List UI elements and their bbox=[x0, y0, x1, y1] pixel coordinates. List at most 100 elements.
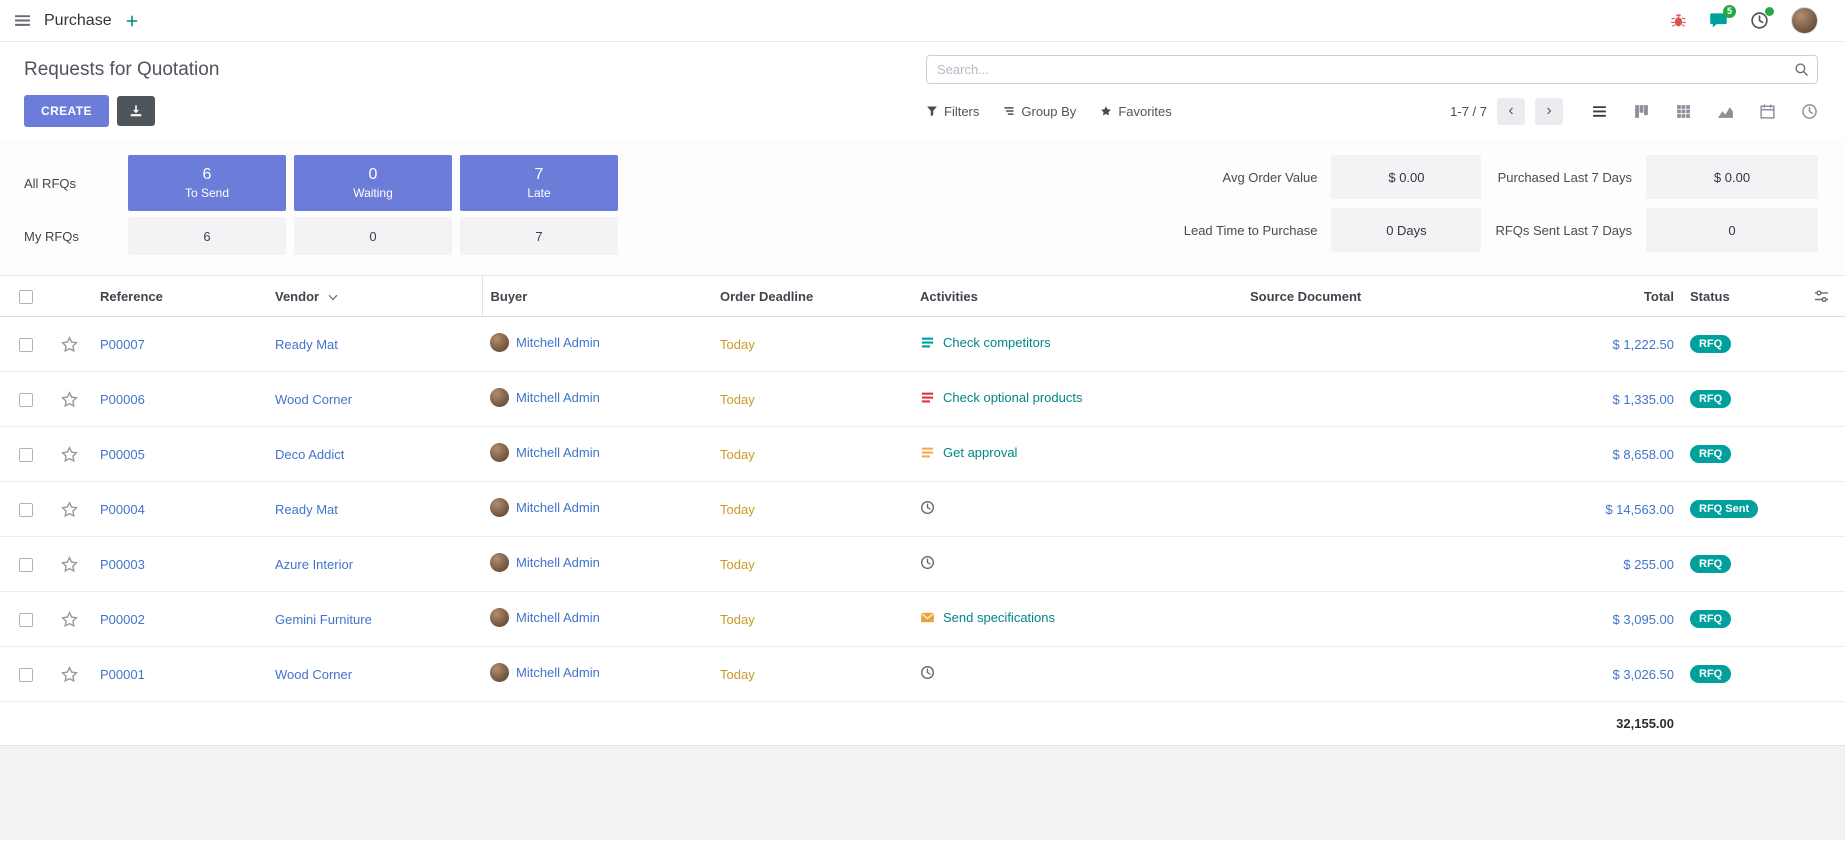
vendor-link[interactable]: Gemini Furniture bbox=[275, 612, 372, 627]
header-reference[interactable]: Reference bbox=[92, 276, 267, 317]
search-icon[interactable] bbox=[1794, 62, 1809, 77]
reference-link[interactable]: P00001 bbox=[100, 667, 145, 682]
activity-label[interactable]: Check optional products bbox=[943, 390, 1082, 405]
top-navbar: Purchase 5 bbox=[0, 0, 1845, 42]
table-row[interactable]: P00004 Ready Mat Mitchell Admin Today $ … bbox=[0, 482, 1845, 537]
vendor-link[interactable]: Deco Addict bbox=[275, 447, 344, 462]
select-all-checkbox[interactable] bbox=[19, 290, 33, 304]
filters-button[interactable]: Filters bbox=[926, 104, 979, 119]
graph-view-button[interactable] bbox=[1717, 103, 1734, 120]
export-button[interactable] bbox=[117, 96, 155, 126]
favorite-star-icon[interactable] bbox=[61, 446, 78, 463]
buyer-link[interactable]: Mitchell Admin bbox=[516, 665, 600, 680]
messages-button[interactable]: 5 bbox=[1709, 11, 1728, 30]
kpi-to-send[interactable]: 6 To Send bbox=[128, 155, 286, 211]
row-checkbox[interactable] bbox=[19, 558, 33, 572]
favorite-star-icon[interactable] bbox=[61, 556, 78, 573]
vendor-link[interactable]: Wood Corner bbox=[275, 667, 352, 682]
header-vendor-label: Vendor bbox=[275, 289, 319, 304]
pager-next-button[interactable]: › bbox=[1535, 98, 1563, 125]
vendor-link[interactable]: Ready Mat bbox=[275, 337, 338, 352]
status-badge: RFQ bbox=[1690, 335, 1731, 353]
new-tab-button[interactable] bbox=[125, 14, 139, 28]
table-row[interactable]: P00007 Ready Mat Mitchell Admin Today Ch… bbox=[0, 317, 1845, 372]
row-checkbox[interactable] bbox=[19, 613, 33, 627]
vendor-link[interactable]: Ready Mat bbox=[275, 502, 338, 517]
page-title: Requests for Quotation bbox=[24, 59, 219, 81]
header-status[interactable]: Status bbox=[1682, 276, 1797, 317]
user-avatar[interactable] bbox=[1791, 7, 1818, 34]
kpi-late[interactable]: 7 Late bbox=[460, 155, 618, 211]
favorite-star-icon[interactable] bbox=[61, 611, 78, 628]
activity-view-button[interactable] bbox=[1801, 103, 1818, 120]
my-late[interactable]: 7 bbox=[460, 217, 618, 255]
favorite-star-icon[interactable] bbox=[61, 391, 78, 408]
row-checkbox[interactable] bbox=[19, 393, 33, 407]
header-buyer[interactable]: Buyer bbox=[482, 276, 712, 317]
buyer-link[interactable]: Mitchell Admin bbox=[516, 555, 600, 570]
table-row[interactable]: P00003 Azure Interior Mitchell Admin Tod… bbox=[0, 537, 1845, 592]
favorite-star-icon[interactable] bbox=[61, 666, 78, 683]
group-by-label: Group By bbox=[1021, 104, 1076, 119]
reference-link[interactable]: P00002 bbox=[100, 612, 145, 627]
calendar-view-button[interactable] bbox=[1759, 103, 1776, 120]
table-row[interactable]: P00001 Wood Corner Mitchell Admin Today … bbox=[0, 647, 1845, 702]
activities-button[interactable] bbox=[1750, 11, 1769, 30]
activity-clock-icon[interactable] bbox=[920, 555, 935, 570]
my-waiting[interactable]: 0 bbox=[294, 217, 452, 255]
table-row[interactable]: P00002 Gemini Furniture Mitchell Admin T… bbox=[0, 592, 1845, 647]
activity-clock-icon[interactable] bbox=[920, 665, 935, 680]
reference-link[interactable]: P00003 bbox=[100, 557, 145, 572]
buyer-link[interactable]: Mitchell Admin bbox=[516, 390, 600, 405]
activity-tasks-icon[interactable] bbox=[920, 390, 935, 405]
reference-link[interactable]: P00006 bbox=[100, 392, 145, 407]
activity-envelope-icon[interactable] bbox=[920, 610, 935, 625]
my-to-send[interactable]: 6 bbox=[128, 217, 286, 255]
app-name[interactable]: Purchase bbox=[44, 12, 112, 30]
activity-label[interactable]: Get approval bbox=[943, 445, 1017, 460]
table-row[interactable]: P00005 Deco Addict Mitchell Admin Today … bbox=[0, 427, 1845, 482]
vendor-link[interactable]: Wood Corner bbox=[275, 392, 352, 407]
reference-link[interactable]: P00007 bbox=[100, 337, 145, 352]
header-source-document[interactable]: Source Document bbox=[1242, 276, 1537, 317]
kanban-view-button[interactable] bbox=[1633, 103, 1650, 120]
group-by-button[interactable]: Group By bbox=[1003, 104, 1076, 119]
favorite-star-icon[interactable] bbox=[61, 336, 78, 353]
create-button[interactable]: CREATE bbox=[24, 95, 109, 127]
apps-menu-button[interactable] bbox=[14, 12, 31, 29]
favorites-button[interactable]: Favorites bbox=[1100, 104, 1171, 119]
sort-descending-icon bbox=[328, 294, 338, 301]
group-by-icon bbox=[1003, 105, 1015, 117]
header-order-deadline[interactable]: Order Deadline bbox=[712, 276, 912, 317]
table-row[interactable]: P00006 Wood Corner Mitchell Admin Today … bbox=[0, 372, 1845, 427]
reference-link[interactable]: P00004 bbox=[100, 502, 145, 517]
buyer-link[interactable]: Mitchell Admin bbox=[516, 610, 600, 625]
row-checkbox[interactable] bbox=[19, 668, 33, 682]
buyer-link[interactable]: Mitchell Admin bbox=[516, 335, 600, 350]
activity-clock-icon[interactable] bbox=[920, 500, 935, 515]
pivot-view-button[interactable] bbox=[1675, 103, 1692, 120]
row-checkbox[interactable] bbox=[19, 338, 33, 352]
activity-label[interactable]: Send specifications bbox=[943, 610, 1055, 625]
row-checkbox[interactable] bbox=[19, 503, 33, 517]
content-background bbox=[0, 746, 1845, 840]
pager-previous-button[interactable]: ‹ bbox=[1497, 98, 1525, 125]
vendor-link[interactable]: Azure Interior bbox=[275, 557, 353, 572]
reference-link[interactable]: P00005 bbox=[100, 447, 145, 462]
debug-button[interactable] bbox=[1670, 12, 1687, 29]
activity-tasks-icon[interactable] bbox=[920, 445, 935, 460]
search-input[interactable] bbox=[926, 55, 1818, 84]
header-vendor[interactable]: Vendor bbox=[267, 276, 482, 317]
favorite-star-icon[interactable] bbox=[61, 501, 78, 518]
header-total[interactable]: Total bbox=[1537, 276, 1682, 317]
activity-label[interactable]: Check competitors bbox=[943, 335, 1051, 350]
row-checkbox[interactable] bbox=[19, 448, 33, 462]
header-activities[interactable]: Activities bbox=[912, 276, 1242, 317]
optional-columns-icon[interactable] bbox=[1814, 289, 1829, 304]
activity-tasks-icon[interactable] bbox=[920, 335, 935, 350]
kpi-waiting[interactable]: 0 Waiting bbox=[294, 155, 452, 211]
buyer-link[interactable]: Mitchell Admin bbox=[516, 500, 600, 515]
buyer-link[interactable]: Mitchell Admin bbox=[516, 445, 600, 460]
status-badge: RFQ bbox=[1690, 665, 1731, 683]
list-view-button[interactable] bbox=[1591, 103, 1608, 120]
